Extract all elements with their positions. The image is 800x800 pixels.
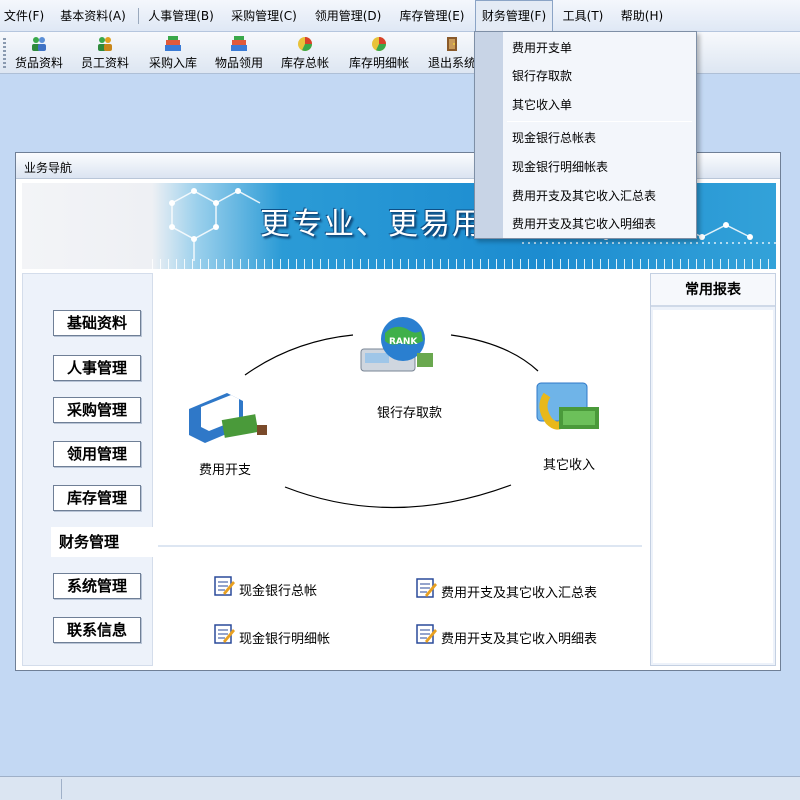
menu-separator [138,8,139,24]
common-reports-list [653,310,773,663]
menu-item-cash-bank-detail[interactable]: 现金银行明细帐表 [512,158,608,175]
report-document-icon [416,578,437,598]
nav-contact[interactable]: 联系信息 [53,617,141,643]
toolbar-button-label: 货品资料 [14,56,63,70]
menu-hr[interactable]: 人事管理(B) [144,0,218,32]
toolbar-requisition-button[interactable]: 物品领用 [210,32,268,74]
money-income-icon [536,382,599,430]
users-icon [98,37,112,51]
menu-basic-data[interactable]: 基本资料(A) [54,0,132,32]
toolbar-button-label: 退出系统 [428,56,476,70]
bank-deposit-label[interactable]: 银行存取款 [377,402,442,421]
report-expense-income-summary[interactable]: 费用开支及其它收入汇总表 [441,582,597,601]
menu-item-expense-income-detail[interactable]: 费用开支及其它收入明细表 [512,215,656,232]
menu-requisition[interactable]: 领用管理(D) [310,0,386,32]
common-reports-panel: 常用报表 [650,273,776,666]
menu-item-expense-income-summary[interactable]: 费用开支及其它收入汇总表 [512,187,656,204]
nav-hr[interactable]: 人事管理 [53,355,141,381]
menu-icon-strip [475,32,503,238]
books-icon [165,36,181,51]
users-icon [32,37,46,51]
nav-requisition[interactable]: 领用管理 [53,441,141,467]
nav-purchase[interactable]: 采购管理 [53,397,141,423]
toolbar-goods-button[interactable]: 货品资料 [10,32,68,74]
report-document-icon [214,576,235,596]
report-document-icon [214,624,235,644]
menu-help[interactable]: 帮助(H) [614,0,670,32]
nav-system[interactable]: 系统管理 [53,573,141,599]
nav-basic-data[interactable]: 基础资料 [53,310,141,336]
nav-inventory[interactable]: 库存管理 [53,485,141,511]
status-bar [0,776,800,800]
toolbar-button-label: 库存明细帐 [348,56,409,70]
toolbar-exit-button[interactable]: 退出系统 [422,32,476,74]
menu-tools[interactable]: 工具(T) [558,0,608,32]
toolbar-button-label: 采购入库 [148,56,197,70]
toolbar-grip[interactable] [3,38,6,68]
report-cash-bank-detail[interactable]: 现金银行明细帐 [239,628,330,647]
finance-flow-area: RANK 银行存取款 费用开支 其它收入 现金银行总帐 费用开支及其它收入汇总表… [153,273,648,666]
door-exit-icon [447,37,457,51]
finance-dropdown-menu: 费用开支单 银行存取款 其它收入单 现金银行总帐表 现金银行明细帐表 费用开支及… [474,31,697,239]
menu-separator [507,121,692,122]
other-income-node[interactable] [529,377,605,441]
other-income-label[interactable]: 其它收入 [543,454,595,473]
nav-finance[interactable]: 财务管理 [51,527,161,557]
toolbar-button-label: 物品领用 [214,56,263,70]
toolbar-staff-button[interactable]: 员工资料 [76,32,134,74]
center-divider [158,545,642,547]
report-document-icon [416,624,437,644]
toolbar-stock-ledger-button[interactable]: 库存总帐 [276,32,334,74]
module-nav: 基础资料 人事管理 采购管理 领用管理 库存管理 财务管理 系统管理 联系信息 [22,273,161,666]
pie-chart-icon [298,37,312,51]
menu-bar: 文件(F) 基本资料(A) 人事管理(B) 采购管理(C) 领用管理(D) 库存… [0,0,800,32]
books-icon [231,36,247,51]
status-cell [0,779,62,799]
common-reports-title: 常用报表 [651,274,775,307]
toolbar-purchase-in-button[interactable]: 采购入库 [144,32,202,74]
menu-item-cash-bank-summary[interactable]: 现金银行总帐表 [512,129,596,146]
menu-item-bank-deposit[interactable]: 银行存取款 [512,67,572,84]
window-title: 业务导航 [24,161,73,175]
bank-deposit-node[interactable]: RANK [359,313,435,377]
report-expense-income-detail[interactable]: 费用开支及其它收入明细表 [441,628,597,647]
menu-file[interactable]: 文件(F) [2,0,46,32]
banner-ruler-decoration [152,259,776,269]
toolbar-stock-detail-button[interactable]: 库存明细帐 [344,32,414,74]
pie-chart-icon [372,37,386,51]
wallet-cash-icon [189,393,267,443]
globe-label: RANK [389,337,418,347]
globe-bank-icon: RANK [360,317,433,372]
menu-purchase[interactable]: 采购管理(C) [226,0,302,32]
menu-item-other-income[interactable]: 其它收入单 [512,96,572,113]
menu-inventory[interactable]: 库存管理(E) [394,0,470,32]
banner-slogan: 更专业、更易用 [260,207,484,242]
report-cash-bank-summary[interactable]: 现金银行总帐 [239,580,317,599]
toolbar-button-label: 员工资料 [80,56,129,70]
menu-finance[interactable]: 财务管理(F) [475,0,553,32]
expense-node[interactable] [183,389,279,445]
menu-item-expense-voucher[interactable]: 费用开支单 [512,39,572,56]
toolbar-button-label: 库存总帐 [280,56,329,70]
expense-label[interactable]: 费用开支 [199,459,251,478]
